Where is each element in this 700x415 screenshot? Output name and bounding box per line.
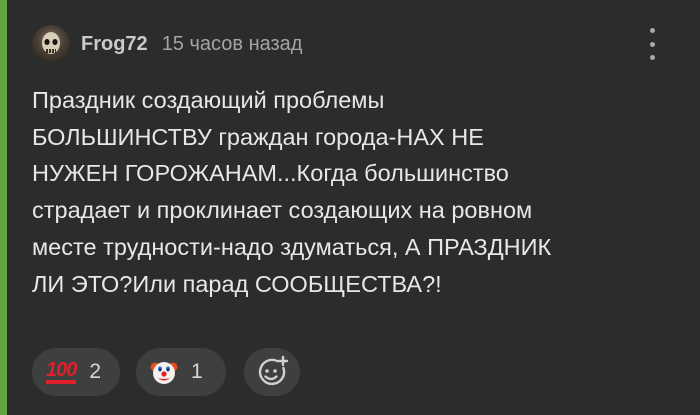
comment-text: Праздник создающий проблемы БОЛЬШИНСТВУ …	[32, 87, 552, 297]
add-reaction-button[interactable]	[244, 348, 300, 396]
clown-face-icon	[150, 362, 178, 384]
username[interactable]: Frog72	[81, 33, 148, 56]
reactions-bar: 100 2 1	[32, 348, 300, 396]
avatar[interactable]	[32, 25, 70, 63]
reaction-hundred-button[interactable]: 100 2	[32, 348, 120, 396]
timestamp: 15 часов назад	[161, 32, 303, 55]
skull-avatar-icon	[42, 32, 60, 54]
comment-header: Frog72 15 часов назад	[32, 24, 302, 64]
more-options-button[interactable]	[640, 26, 664, 62]
more-dots-icon	[649, 28, 655, 33]
reaction-count: 1	[191, 360, 203, 383]
reaction-clown-button[interactable]: 1	[136, 348, 226, 396]
hundred-points-icon: 100	[46, 360, 77, 384]
reaction-count: 2	[89, 360, 102, 383]
thread-indicator-bar	[0, 0, 7, 415]
add-reaction-icon	[258, 355, 289, 386]
